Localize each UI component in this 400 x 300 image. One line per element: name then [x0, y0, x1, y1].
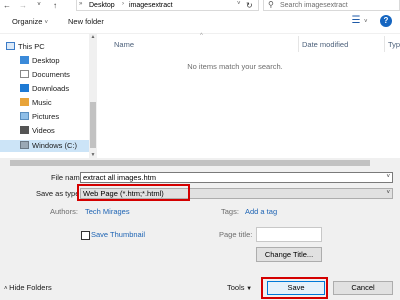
videos-icon	[20, 126, 29, 135]
chevron-down-icon[interactable]: ˅	[386, 173, 390, 182]
add-tag-link[interactable]: Add a tag	[245, 207, 277, 217]
downloads-icon	[20, 84, 29, 93]
column-divider[interactable]	[298, 36, 299, 52]
scroll-up-icon[interactable]: ▲	[89, 34, 97, 40]
chevron-down-icon[interactable]: ˅	[364, 16, 368, 27]
sidebar-item-videos[interactable]: Videos	[20, 125, 55, 137]
page-title-field[interactable]	[256, 227, 322, 242]
chevron-down-icon[interactable]: ˅	[237, 1, 241, 7]
chevron-down-icon: ˅	[386, 190, 390, 196]
save-thumbnail-label[interactable]: Save Thumbnail	[91, 230, 145, 240]
command-bar	[0, 12, 400, 34]
help-icon[interactable]: ?	[380, 15, 392, 27]
address-bar[interactable]: » Desktop › imagesextract ˅	[76, 0, 259, 11]
forward-arrow-icon[interactable]: →	[18, 0, 28, 11]
empty-message: No items match your search.	[187, 62, 283, 71]
folder-icon: »	[79, 1, 83, 7]
column-header-type[interactable]: Typ	[388, 40, 400, 50]
pictures-icon	[20, 112, 29, 121]
new-folder-button[interactable]: New folder	[68, 17, 104, 27]
change-title-button[interactable]: Change Title...	[256, 247, 322, 262]
recent-locations-icon[interactable]: ˅	[34, 0, 44, 11]
tags-label: Tags:	[221, 207, 239, 216]
search-input[interactable]: Search imagesextract	[280, 1, 348, 10]
breadcrumb-desktop[interactable]: Desktop	[89, 1, 115, 10]
chevron-right-icon: ›	[122, 1, 124, 7]
sidebar-item-windows-c[interactable]: Windows (C:)	[0, 140, 89, 152]
chevron-down-icon: ˅	[44, 20, 49, 26]
sidebar-item-documents[interactable]: Documents	[20, 69, 70, 81]
refresh-icon[interactable]: ↻	[246, 1, 253, 10]
back-arrow-icon[interactable]: ←	[2, 0, 12, 11]
up-arrow-icon[interactable]: ↑	[50, 0, 60, 11]
cancel-button[interactable]: Cancel	[333, 281, 393, 295]
highlight-box	[77, 184, 190, 201]
music-icon	[20, 98, 29, 107]
authors-value[interactable]: Tech Mirages	[85, 207, 130, 217]
tools-button[interactable]: Tools ▼	[227, 283, 252, 294]
desktop-icon	[20, 56, 29, 65]
hide-folders-button[interactable]: ˄ Hide Folders	[4, 283, 52, 294]
breadcrumb-imagesextract[interactable]: imagesextract	[129, 1, 173, 10]
sidebar-item-this-pc[interactable]: This PC	[6, 41, 45, 53]
column-divider[interactable]	[384, 36, 385, 52]
dropdown-triangle-icon: ▼	[244, 286, 253, 292]
nav-scrollbar[interactable]: ▲ ▼	[89, 34, 97, 158]
page-title-label: Page title:	[219, 230, 253, 239]
documents-icon	[20, 70, 29, 79]
view-options-icon[interactable]: ☰	[350, 15, 362, 27]
search-icon: ⚲	[268, 0, 274, 9]
authors-label: Authors:	[50, 207, 78, 216]
search-box[interactable]: ⚲ Search imagesextract	[263, 0, 400, 11]
navigation-pane: This PC Desktop Documents Downloads Musi…	[0, 34, 96, 158]
scroll-thumb[interactable]	[90, 102, 96, 148]
sidebar-item-downloads[interactable]: Downloads	[20, 83, 69, 95]
pc-icon	[6, 42, 15, 51]
column-header-name[interactable]: Name	[114, 40, 134, 50]
save-type-label: Save as type:	[36, 189, 82, 198]
file-name-field[interactable]: extract all images.htm ˅	[80, 172, 393, 183]
horizontal-scrollbar[interactable]	[0, 158, 400, 168]
sidebar-item-desktop[interactable]: Desktop	[20, 55, 60, 67]
scroll-thumb[interactable]	[10, 160, 370, 166]
highlight-box	[261, 277, 328, 299]
organize-button[interactable]: Organize ˅	[12, 17, 48, 28]
save-thumbnail-checkbox[interactable]	[81, 231, 90, 240]
drive-icon	[20, 141, 29, 150]
column-header-date-modified[interactable]: Date modified	[302, 40, 348, 50]
sidebar-item-music[interactable]: Music	[20, 97, 52, 109]
sort-caret-icon: ^	[200, 33, 203, 39]
sidebar-item-pictures[interactable]: Pictures	[20, 111, 59, 123]
organize-label: Organize	[12, 17, 43, 26]
